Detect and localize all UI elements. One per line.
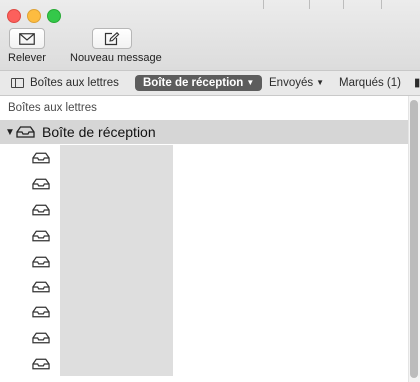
disclosure-triangle-icon[interactable]: ▼ <box>5 127 15 138</box>
partial-window-edge <box>235 0 420 10</box>
sub-mailbox-item[interactable] <box>32 200 56 220</box>
tray-icon <box>32 281 50 293</box>
mailboxes-section-header: Boîtes aux lettres <box>8 102 97 114</box>
tray-icon <box>32 152 50 164</box>
favorite-flagged-button[interactable]: Marqués (1) <box>339 71 401 95</box>
zoom-window-button[interactable] <box>47 9 61 23</box>
sidebar-item-inbox[interactable]: ▼ Boîte de réception <box>0 120 408 144</box>
compose-label: Nouveau message <box>70 52 162 64</box>
tray-icon <box>32 178 50 190</box>
favorite-sent-button[interactable]: Envoyés ▼ <box>269 71 324 95</box>
sidebar-toggle-icon <box>11 78 24 88</box>
get-mail-tool[interactable]: Relever <box>7 28 47 64</box>
favorite-flagged-label: Marqués (1) <box>339 77 401 89</box>
get-mail-button[interactable] <box>9 28 45 49</box>
show-mailboxes-button[interactable]: Boîtes aux lettres <box>11 71 119 95</box>
chevron-down-icon: ▼ <box>316 78 325 87</box>
favorite-inbox-button[interactable]: Boîte de réception ▼ <box>135 75 263 91</box>
envelope-icon <box>19 32 35 45</box>
sub-mailbox-item[interactable] <box>32 148 56 168</box>
sub-mailbox-item[interactable] <box>32 226 56 246</box>
mailbox-sidebar: Boîtes aux lettres ▼ Boîte de réception <box>0 96 420 382</box>
close-window-button[interactable] <box>7 9 21 23</box>
sub-mailbox-item[interactable] <box>32 354 56 374</box>
sub-mailbox-item[interactable] <box>32 328 56 348</box>
sidebar-item-inbox-label: Boîte de réception <box>42 124 156 140</box>
favorite-sent-label: Envoyés <box>269 77 314 89</box>
tray-icon <box>32 256 50 268</box>
tray-icon <box>32 332 50 344</box>
minimize-window-button[interactable] <box>27 9 41 23</box>
compose-tool[interactable]: Nouveau message <box>70 28 162 64</box>
tray-icon <box>16 126 35 138</box>
tray-icon <box>32 204 50 216</box>
redacted-mailbox-names <box>60 145 173 376</box>
get-mail-label: Relever <box>8 52 46 64</box>
favorites-overflow-edge: ▮ <box>414 77 420 89</box>
show-mailboxes-label: Boîtes aux lettres <box>30 77 119 89</box>
toolbar: Relever Nouveau message <box>0 0 420 71</box>
sub-mailbox-item[interactable] <box>32 174 56 194</box>
sidebar-scrollbar-thumb[interactable] <box>410 100 418 378</box>
chevron-down-icon: ▼ <box>246 78 255 87</box>
sub-mailbox-item[interactable] <box>32 277 56 297</box>
sub-mailbox-item[interactable] <box>32 252 56 272</box>
compose-button[interactable] <box>92 28 132 49</box>
sub-mailbox-item[interactable] <box>32 302 56 322</box>
tray-icon <box>32 358 50 370</box>
favorite-inbox-label: Boîte de réception <box>143 77 244 89</box>
tray-icon <box>32 306 50 318</box>
favorites-bar: Boîtes aux lettres Boîte de réception ▼ E… <box>0 71 420 96</box>
mail-window: Relever Nouveau message Boîtes aux lettr… <box>0 0 420 382</box>
compose-icon <box>104 31 120 45</box>
tray-icon <box>32 230 50 242</box>
